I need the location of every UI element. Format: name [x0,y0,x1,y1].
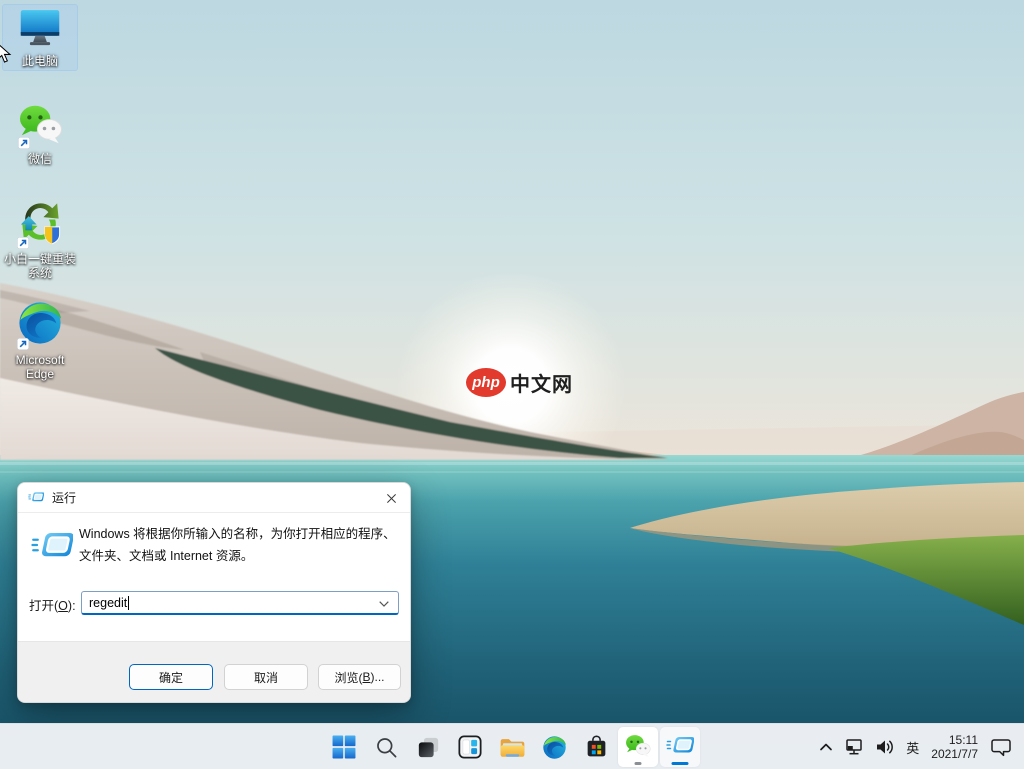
notification-center-button[interactable] [986,730,1016,764]
edge-taskbar-button[interactable] [534,727,574,767]
wechat-icon [625,734,651,758]
ime-indicator[interactable]: 英 [900,730,925,764]
description-line-1: Windows 将根据你所输入的名称，为你打开相应的程序、 [79,527,396,541]
run-taskbar-button[interactable] [660,727,700,767]
widgets-button[interactable] [450,727,490,767]
description-line-2: 文件夹、文档或 Internet 资源。 [79,548,254,563]
file-explorer-icon [499,736,526,759]
clock-time: 15:11 [948,732,978,747]
volume-button[interactable] [870,730,900,764]
browse-button[interactable]: 浏览(B)... [318,664,401,690]
start-button[interactable] [324,727,364,767]
hidden-icons-button[interactable] [812,730,840,764]
taskbar: 英 15:11 2021/7/7 [0,723,1024,769]
store-icon [584,735,609,760]
run-dialog: 运行 Windows 将根据你所输入的名称，为你打开相应的程序、 文件夹、文档或… [17,482,411,703]
search-icon [374,735,399,760]
notification-icon [990,737,1012,757]
shortcut-arrow-icon [17,338,29,350]
wechat-taskbar-button[interactable] [618,727,658,767]
cancel-button[interactable]: 取消 [224,664,308,690]
edge-icon [17,300,63,351]
desktop-icon-wechat[interactable]: 微信 [2,100,78,169]
system-tray: 英 15:11 2021/7/7 [812,724,1016,769]
desktop-icon-label: 此电脑 [21,54,58,68]
desktop-icon-xiaobai-reinstall[interactable]: 小白一键重装系统 [2,194,78,283]
combo-dropdown-chevron-icon[interactable] [379,601,389,607]
text-caret [128,595,130,610]
start-icon [332,735,356,759]
desktop-icon-label: Microsoft Edge [15,353,65,381]
run-icon [31,530,73,563]
wechat-icon [18,104,63,150]
wallpaper-watermark: php 中文网 [466,368,573,397]
task-view-button[interactable] [408,727,448,767]
desktop-icon-this-pc[interactable]: 此电脑 [2,4,78,71]
dialog-title: 运行 [52,491,77,505]
chevron-up-icon [816,737,836,757]
mouse-cursor [0,44,12,63]
input-value: regedit [89,595,128,610]
network-button[interactable] [840,730,870,764]
store-button[interactable] [576,727,616,767]
run-active-indicator [671,762,689,765]
close-icon [386,493,397,504]
run-icon [666,735,694,757]
shortcut-arrow-icon [18,137,30,149]
this-pc-icon [18,8,62,52]
clock[interactable]: 15:11 2021/7/7 [931,733,978,762]
php-logo-badge: php [466,368,506,397]
wechat-running-indicator [634,762,642,765]
ok-button[interactable]: 确定 [129,664,213,690]
desktop-icon-label: 小白一键重装系统 [3,252,76,280]
shortcut-arrow-icon [17,237,29,249]
network-icon [844,737,866,757]
taskbar-center-group [324,727,700,767]
run-dialog-icon [28,491,44,504]
search-button[interactable] [366,727,406,767]
task-view-icon [416,735,441,760]
desktop-icon-edge[interactable]: Microsoft Edge [2,296,78,384]
close-button[interactable] [379,487,403,509]
dialog-footer: 确定 取消 浏览(B)... [18,641,410,702]
dialog-titlebar[interactable]: 运行 [18,483,410,513]
volume-icon [874,737,896,757]
clock-date: 2021/7/7 [931,747,978,761]
file-explorer-button[interactable] [492,727,532,767]
watermark-text: 中文网 [510,374,573,396]
desktop-icon-label: 微信 [27,152,52,166]
open-field-label: 打开(O): [29,599,76,613]
xiaobai-reinstall-icon [17,198,64,250]
edge-icon [542,735,567,760]
widgets-icon [457,734,483,760]
dialog-description: Windows 将根据你所输入的名称，为你打开相应的程序、 文件夹、文档或 In… [79,524,405,567]
open-combobox-input[interactable]: regedit [81,591,399,615]
desktop: php 中文网 此电脑 微信 小白一键重装系统 Microsoft Edge 运… [0,0,1024,769]
